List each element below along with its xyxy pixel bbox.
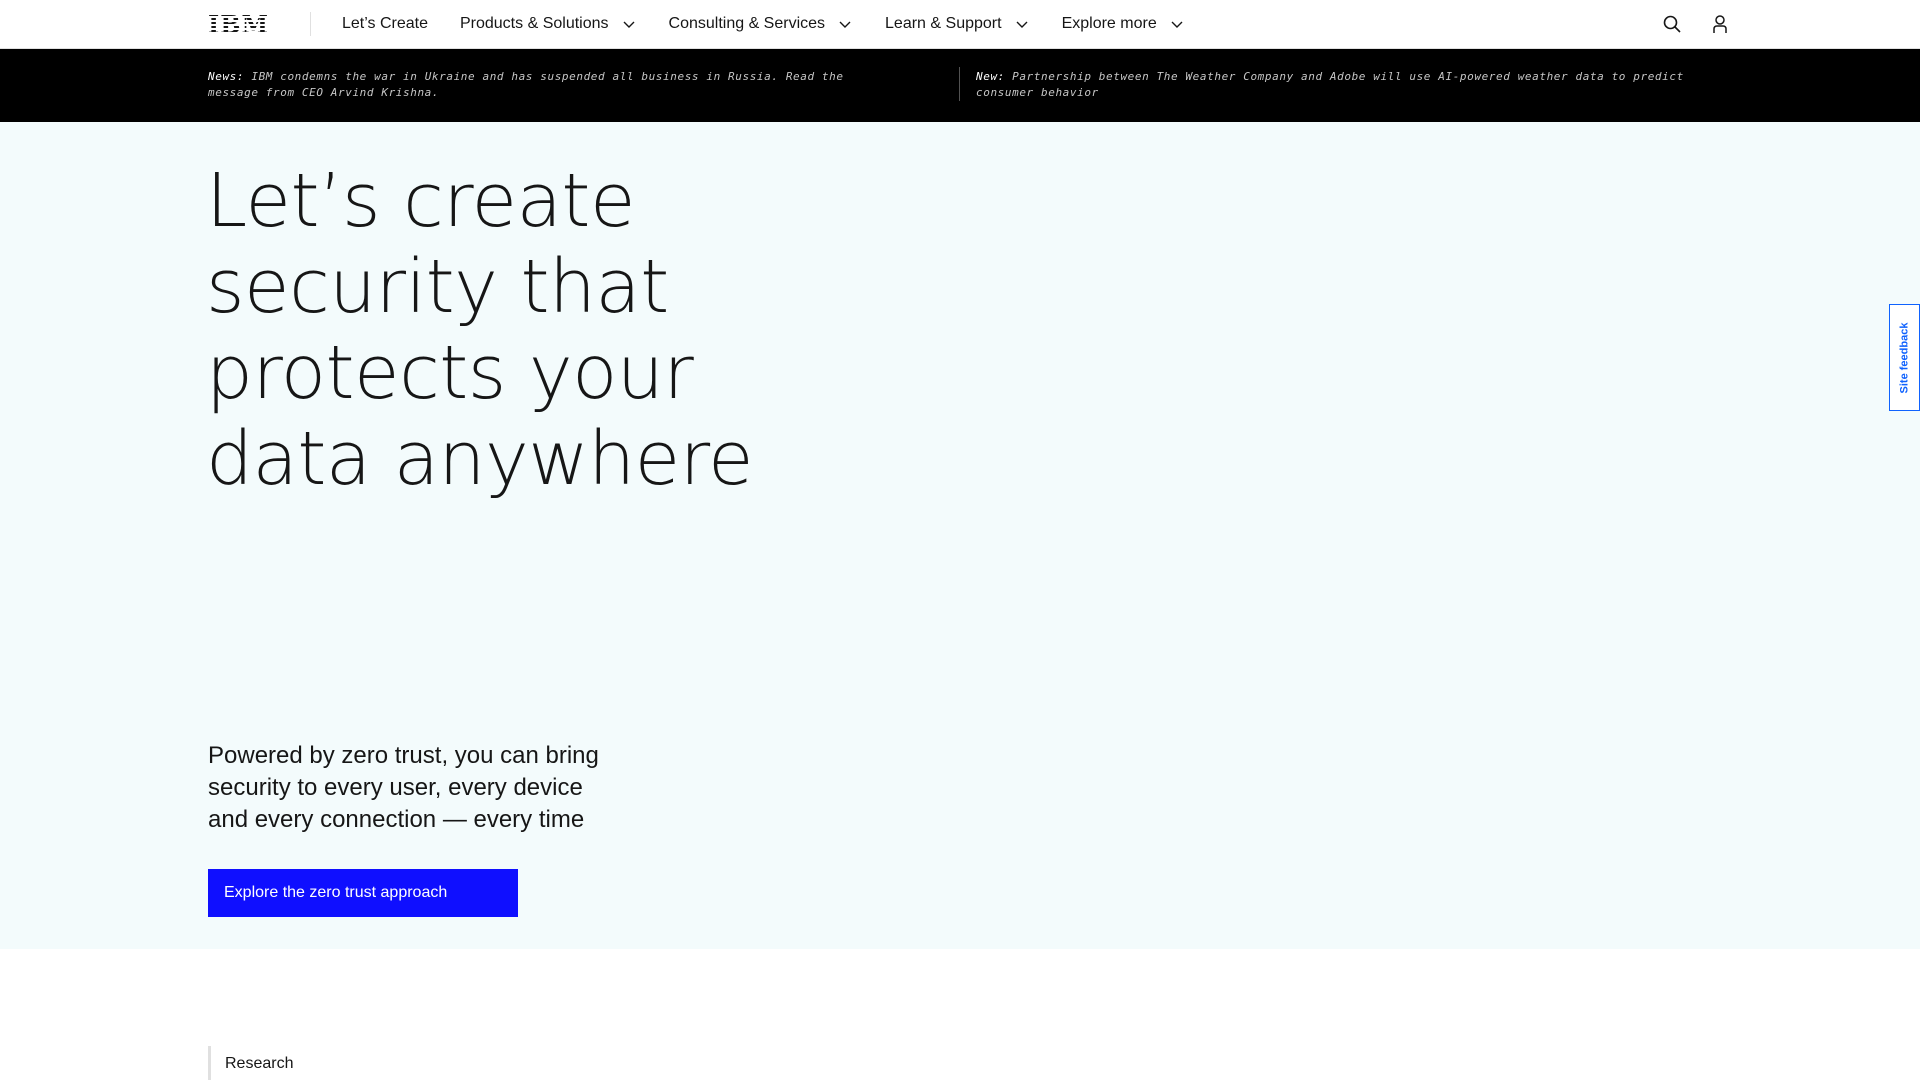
chevron-down-icon	[1171, 21, 1183, 28]
search-button[interactable]	[1648, 0, 1696, 48]
nav-item-label: Let’s Create	[342, 15, 428, 32]
nav-item-explore-more[interactable]: Explore more	[1046, 0, 1201, 48]
news-divider	[959, 67, 960, 101]
news-link-ukraine[interactable]: News: IBM condemns the war in Ukraine an…	[208, 69, 898, 101]
hero-section: Let’s create security that protects your…	[0, 122, 1920, 949]
news-text: Partnership between The Weather Company …	[976, 70, 1684, 99]
chevron-down-icon	[839, 21, 851, 28]
news-link-weather-adobe[interactable]: New: Partnership between The Weather Com…	[976, 69, 1686, 101]
nav-item-learn-support[interactable]: Learn & Support	[869, 0, 1046, 48]
news-text: IBM condemns the war in Ukraine and has …	[208, 70, 844, 99]
user-profile-button[interactable]	[1696, 0, 1744, 48]
top-navigation: IBM Let’s Create Products & Solutions Co…	[0, 0, 1920, 49]
news-bar: News: IBM condemns the war in Ukraine an…	[0, 49, 1920, 122]
nav-divider	[310, 12, 311, 36]
chevron-down-icon	[1016, 21, 1028, 28]
research-section-label: Research	[208, 1046, 293, 1080]
main-menu: Let’s Create Products & Solutions Consul…	[326, 0, 1201, 48]
nav-item-consulting-services[interactable]: Consulting & Services	[653, 0, 870, 48]
logo-text: IBM	[208, 10, 270, 39]
nav-item-label: Explore more	[1061, 15, 1157, 32]
research-label: Research	[225, 1055, 294, 1072]
explore-zero-trust-button[interactable]: Explore the zero trust approach	[208, 869, 518, 917]
nav-item-lets-create[interactable]: Let’s Create	[326, 0, 444, 48]
site-feedback-tab[interactable]: Site feedback	[1889, 304, 1920, 411]
nav-item-label: Learn & Support	[885, 15, 1002, 32]
nav-item-label: Products & Solutions	[459, 15, 609, 32]
hero-subtitle: Powered by zero trust, you can bring sec…	[208, 742, 599, 833]
user-icon	[1713, 15, 1727, 33]
chevron-down-icon	[623, 21, 635, 28]
ibm-logo[interactable]: IBM	[208, 10, 270, 39]
news-tag: New:	[976, 70, 1005, 83]
site-feedback-label: Site feedback	[1898, 322, 1911, 393]
search-icon	[1663, 15, 1681, 33]
nav-actions	[1648, 0, 1744, 48]
nav-item-label: Consulting & Services	[668, 15, 826, 32]
hero-title: Let’s create security that protects your…	[206, 158, 754, 502]
nav-item-products-solutions[interactable]: Products & Solutions	[444, 0, 653, 48]
news-tag: News:	[208, 70, 245, 83]
